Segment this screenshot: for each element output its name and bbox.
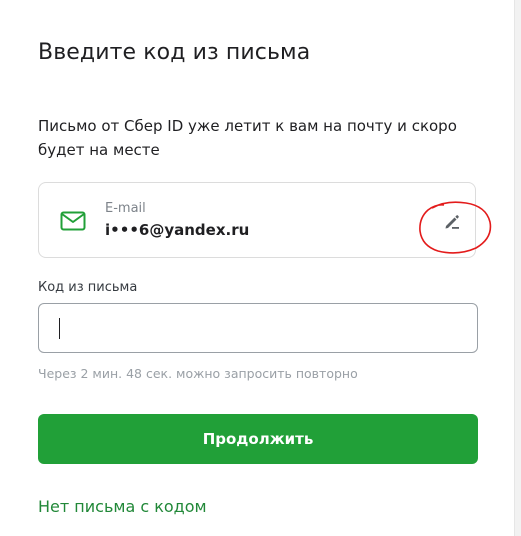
email-value: i•••6@yandex.ru [105,221,250,239]
description-text: Письмо от Сбер ID уже летит к вам на поч… [38,117,457,159]
code-input[interactable] [38,303,478,353]
edit-email-button[interactable] [439,209,465,235]
email-card: E-mail i•••6@yandex.ru [38,182,476,258]
pencil-icon [445,215,459,229]
auth-card: Введите код из письма Письмо от Сбер ID … [0,0,515,536]
continue-button[interactable]: Продолжить [38,414,478,464]
resend-hint: Через 2 мин. 48 сек. можно запросить пов… [38,366,358,381]
email-label: E-mail [105,201,146,216]
mail-icon [60,211,86,231]
text-caret [59,318,60,339]
code-field-label: Код из письма [38,280,138,295]
page-title: Введите код из письма [38,40,311,65]
no-email-link[interactable]: Нет письма с кодом [38,497,207,516]
